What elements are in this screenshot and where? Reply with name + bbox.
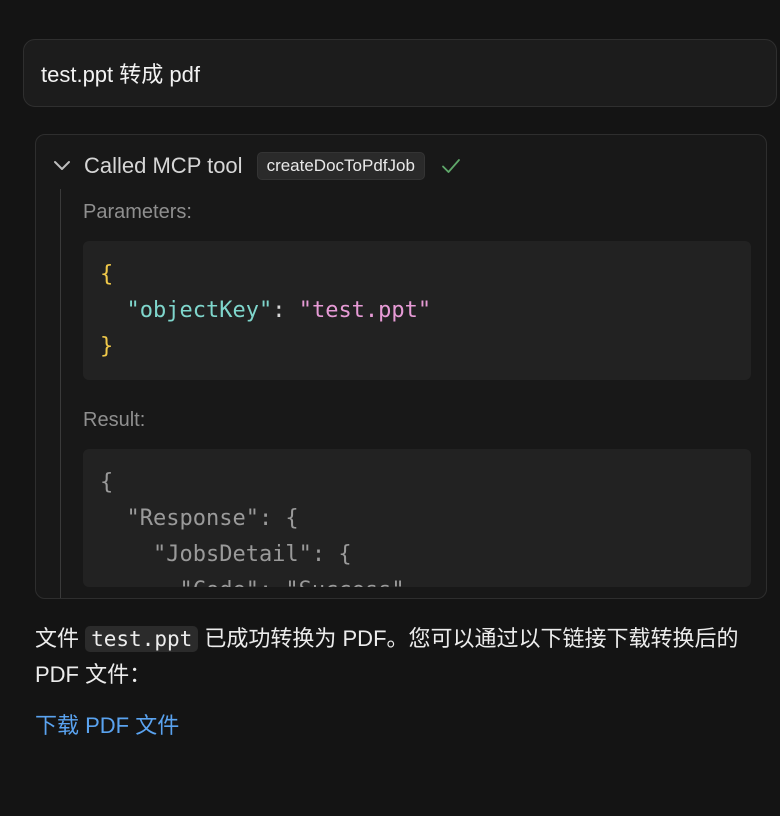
tool-call-title: Called MCP tool — [84, 153, 243, 178]
download-pdf-link[interactable]: 下载 PDF 文件 — [35, 708, 179, 740]
chevron-down-icon[interactable] — [50, 154, 74, 178]
reply-prefix: 文件 — [35, 626, 86, 651]
code-value: "test.ppt" — [298, 298, 432, 323]
mcp-tool-call-card: Called MCP tool createDocToPdfJob Parame… — [35, 134, 767, 599]
result-line: { — [100, 470, 114, 495]
result-label: Result: — [83, 409, 146, 431]
code-close-brace: } — [100, 334, 114, 359]
parameters-label: Parameters: — [83, 201, 192, 223]
user-message-text: test.ppt 转成 pdf — [41, 62, 200, 87]
tree-connector-line — [60, 189, 61, 598]
reply-inline-code: test.ppt — [85, 626, 199, 652]
code-key: "objectKey" — [126, 298, 273, 323]
result-line: "Response": { — [100, 506, 299, 531]
check-icon — [442, 159, 460, 173]
tool-call-header[interactable]: Called MCP tool createDocToPdfJob — [50, 151, 463, 181]
result-line: "JobsDetail": { — [100, 542, 352, 567]
user-message-bubble: test.ppt 转成 pdf — [23, 39, 777, 107]
result-code-block[interactable]: { "Response": { "JobsDetail": { "Code": … — [83, 449, 751, 587]
tool-name-badge: createDocToPdfJob — [256, 152, 425, 180]
code-colon: : — [272, 298, 299, 323]
result-line: "Code": "Success", — [100, 573, 734, 587]
code-open-brace: { — [100, 262, 114, 287]
parameters-code-block: { "objectKey": "test.ppt" } — [83, 241, 751, 380]
assistant-reply: 文件 test.ppt 已成功转换为 PDF。您可以通过以下链接下载转换后的 P… — [35, 621, 765, 693]
